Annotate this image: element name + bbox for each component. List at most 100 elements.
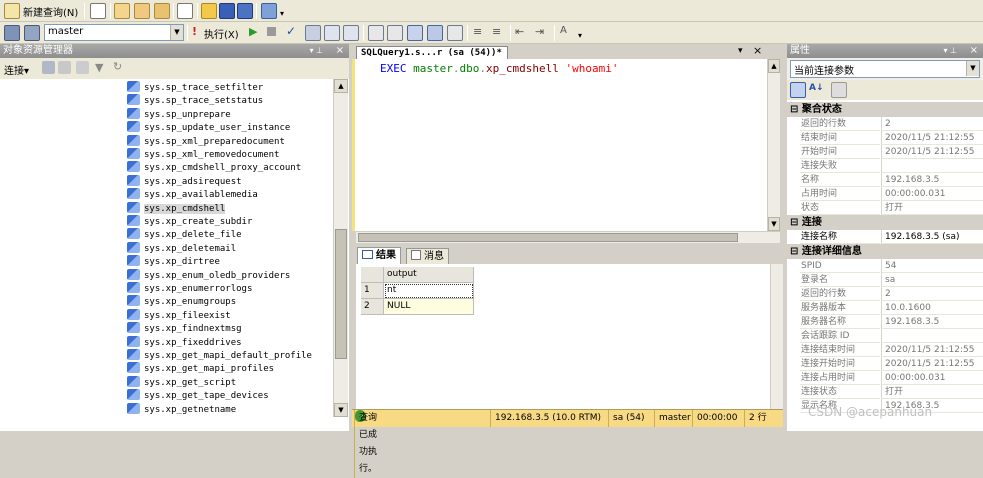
- collapse-icon[interactable]: ⊟: [790, 104, 802, 115]
- tree-item[interactable]: sys.xp_fixeddrives: [127, 335, 242, 349]
- close-query-icon[interactable]: ×: [753, 44, 762, 57]
- property-row[interactable]: 名称 192.168.3.5: [799, 173, 983, 187]
- property-row[interactable]: 连接结束时间 2020/11/5 21:12:55: [799, 343, 983, 357]
- change-connection-icon[interactable]: [24, 25, 40, 41]
- stop-explorer-icon[interactable]: [76, 61, 89, 74]
- hscroll-thumb[interactable]: [358, 233, 738, 242]
- property-row[interactable]: 连接占用时间 00:00:00.031: [799, 371, 983, 385]
- scroll-thumb[interactable]: [335, 229, 347, 359]
- property-row[interactable]: 登录名 sa: [799, 273, 983, 287]
- registered-servers-icon[interactable]: [261, 3, 277, 19]
- open-file-icon[interactable]: [201, 3, 217, 19]
- property-row[interactable]: 开始时间 2020/11/5 21:12:55: [799, 145, 983, 159]
- tree-item[interactable]: sys.xp_availablemedia: [127, 188, 258, 201]
- property-row[interactable]: SPID 54: [799, 259, 983, 273]
- scroll-up-arrow[interactable]: ▲: [334, 79, 348, 93]
- query-editor[interactable]: EXEC master.dbo.xp_cmdshell 'whoami': [356, 59, 767, 231]
- new-query-button[interactable]: 新建查询(N): [4, 3, 84, 19]
- tree-item[interactable]: sys.xp_enumerrorlogs: [127, 282, 252, 295]
- tree-item[interactable]: sys.sp_trace_setstatus: [127, 94, 263, 107]
- results-grid-icon[interactable]: [427, 25, 443, 41]
- save-icon[interactable]: [219, 3, 235, 19]
- property-pages-icon[interactable]: [831, 82, 847, 98]
- client-stats-icon[interactable]: [387, 25, 403, 41]
- toolbar-overflow-icon[interactable]: ▾: [280, 9, 284, 18]
- tab-dropdown-icon[interactable]: ▾: [738, 46, 743, 56]
- property-row[interactable]: 状态 打开: [799, 201, 983, 215]
- query-tab[interactable]: SQLQuery1.s...r (sa (54))*: [356, 46, 508, 60]
- tree-item[interactable]: sys.xp_delete_file: [127, 228, 242, 241]
- editor-vscroll[interactable]: ▲ ▼: [767, 59, 780, 231]
- property-row[interactable]: 会话跟踪 ID: [799, 329, 983, 343]
- results-file-icon[interactable]: [447, 25, 463, 41]
- tree-item[interactable]: sys.xp_findnextmsg: [127, 322, 242, 335]
- property-row[interactable]: 返回的行数 2: [799, 287, 983, 301]
- pin-icon[interactable]: ▾ ⊥: [943, 44, 957, 58]
- tree-item[interactable]: sys.xp_deletemail: [127, 241, 236, 255]
- comment-icon[interactable]: ≡: [473, 25, 482, 38]
- tree-item[interactable]: sys.sp_xml_preparedocument: [127, 134, 285, 148]
- tree-item[interactable]: sys.xp_cmdshell_proxy_account: [127, 161, 301, 174]
- editor-hscroll[interactable]: [356, 231, 780, 243]
- query-options-icon[interactable]: [324, 25, 340, 41]
- tree-item[interactable]: sys.xp_dirtree: [127, 255, 220, 268]
- tab-messages[interactable]: 消息: [406, 248, 449, 265]
- toolbar2-overflow-icon[interactable]: ▾: [578, 31, 582, 40]
- scroll-down-arrow[interactable]: ▼: [334, 403, 348, 417]
- include-plan-icon[interactable]: [368, 25, 384, 41]
- alphabetical-icon[interactable]: A↓: [809, 83, 824, 93]
- tree-item[interactable]: sys.xp_create_subdir: [127, 215, 252, 228]
- close-icon[interactable]: ×: [336, 44, 344, 58]
- column-header[interactable]: output: [384, 267, 474, 283]
- execute-button[interactable]: ! 执行(X): [192, 25, 242, 41]
- analysis-query-icon[interactable]: [114, 3, 130, 19]
- property-category[interactable]: ⊟ 连接详细信息: [787, 244, 983, 259]
- object-tree-scrollbar[interactable]: ▲ ▼: [333, 79, 348, 417]
- tree-item[interactable]: sys.xp_enum_oledb_providers: [127, 268, 290, 282]
- property-category[interactable]: ⊟ 连接: [787, 215, 983, 230]
- connect-icon[interactable]: [4, 25, 20, 41]
- db-engine-query-icon[interactable]: [90, 3, 106, 19]
- table-cell[interactable]: NULL: [384, 299, 474, 315]
- filter-icon[interactable]: ▼: [95, 61, 103, 74]
- tree-item[interactable]: sys.xp_getnetname: [127, 402, 236, 416]
- properties-object-select[interactable]: 当前连接参数 ▼: [790, 60, 980, 78]
- scroll-down-arrow[interactable]: ▼: [768, 217, 780, 231]
- results-grid[interactable]: output 1 nt authority\system 2 NULL: [356, 264, 780, 409]
- save-all-icon[interactable]: [237, 3, 253, 19]
- refresh-icon[interactable]: ↻: [113, 60, 122, 73]
- pin-icon[interactable]: ▾ ⊥: [309, 44, 323, 58]
- tree-item[interactable]: sys.xp_get_mapi_default_profile: [127, 349, 312, 362]
- debug-play-icon[interactable]: ▶: [249, 25, 257, 38]
- tree-item[interactable]: sys.xp_adsirequest: [127, 174, 242, 188]
- tree-item[interactable]: sys.sp_unprepare: [127, 107, 231, 121]
- property-row[interactable]: 服务器名称 192.168.3.5: [799, 315, 983, 329]
- display-plan-icon[interactable]: [305, 25, 321, 41]
- connect-button[interactable]: 连接▾: [4, 62, 29, 77]
- table-cell[interactable]: nt authority\system: [384, 283, 474, 310]
- tab-results[interactable]: 结果: [357, 247, 401, 264]
- property-row[interactable]: 结束时间 2020/11/5 21:12:55: [799, 131, 983, 145]
- specify-values-icon[interactable]: A: [560, 25, 567, 36]
- intellisense-icon[interactable]: [343, 25, 359, 41]
- new-file-icon[interactable]: [177, 3, 193, 19]
- uncomment-icon[interactable]: ≡: [492, 25, 501, 38]
- tree-item[interactable]: sys.xp_fileexist: [127, 308, 231, 322]
- tree-item[interactable]: sys.xp_cmdshell: [127, 201, 226, 215]
- tree-item[interactable]: sys.xp_get_mapi_profiles: [127, 362, 274, 375]
- stop-icon[interactable]: [267, 27, 276, 36]
- tree-item[interactable]: sys.xp_get_script: [127, 375, 236, 389]
- property-row[interactable]: 返回的行数 2: [799, 117, 983, 131]
- parse-check-icon[interactable]: ✓: [286, 24, 296, 38]
- tree-item[interactable]: sys.sp_xml_removedocument: [127, 148, 279, 161]
- collapse-icon[interactable]: ⊟: [790, 246, 802, 257]
- tree-item[interactable]: sys.xp_get_tape_devices: [127, 389, 269, 402]
- property-category[interactable]: ⊟ 聚合状态: [787, 102, 983, 117]
- results-vscroll[interactable]: [770, 264, 783, 409]
- disconnect-icon[interactable]: [58, 61, 71, 74]
- property-row[interactable]: 占用时间 00:00:00.031: [799, 187, 983, 201]
- mdx-query-icon[interactable]: [134, 3, 150, 19]
- tree-item[interactable]: sys.sp_update_user_instance: [127, 121, 290, 134]
- collapse-icon[interactable]: ⊟: [790, 217, 802, 228]
- increase-indent-icon[interactable]: ⇥: [535, 25, 544, 38]
